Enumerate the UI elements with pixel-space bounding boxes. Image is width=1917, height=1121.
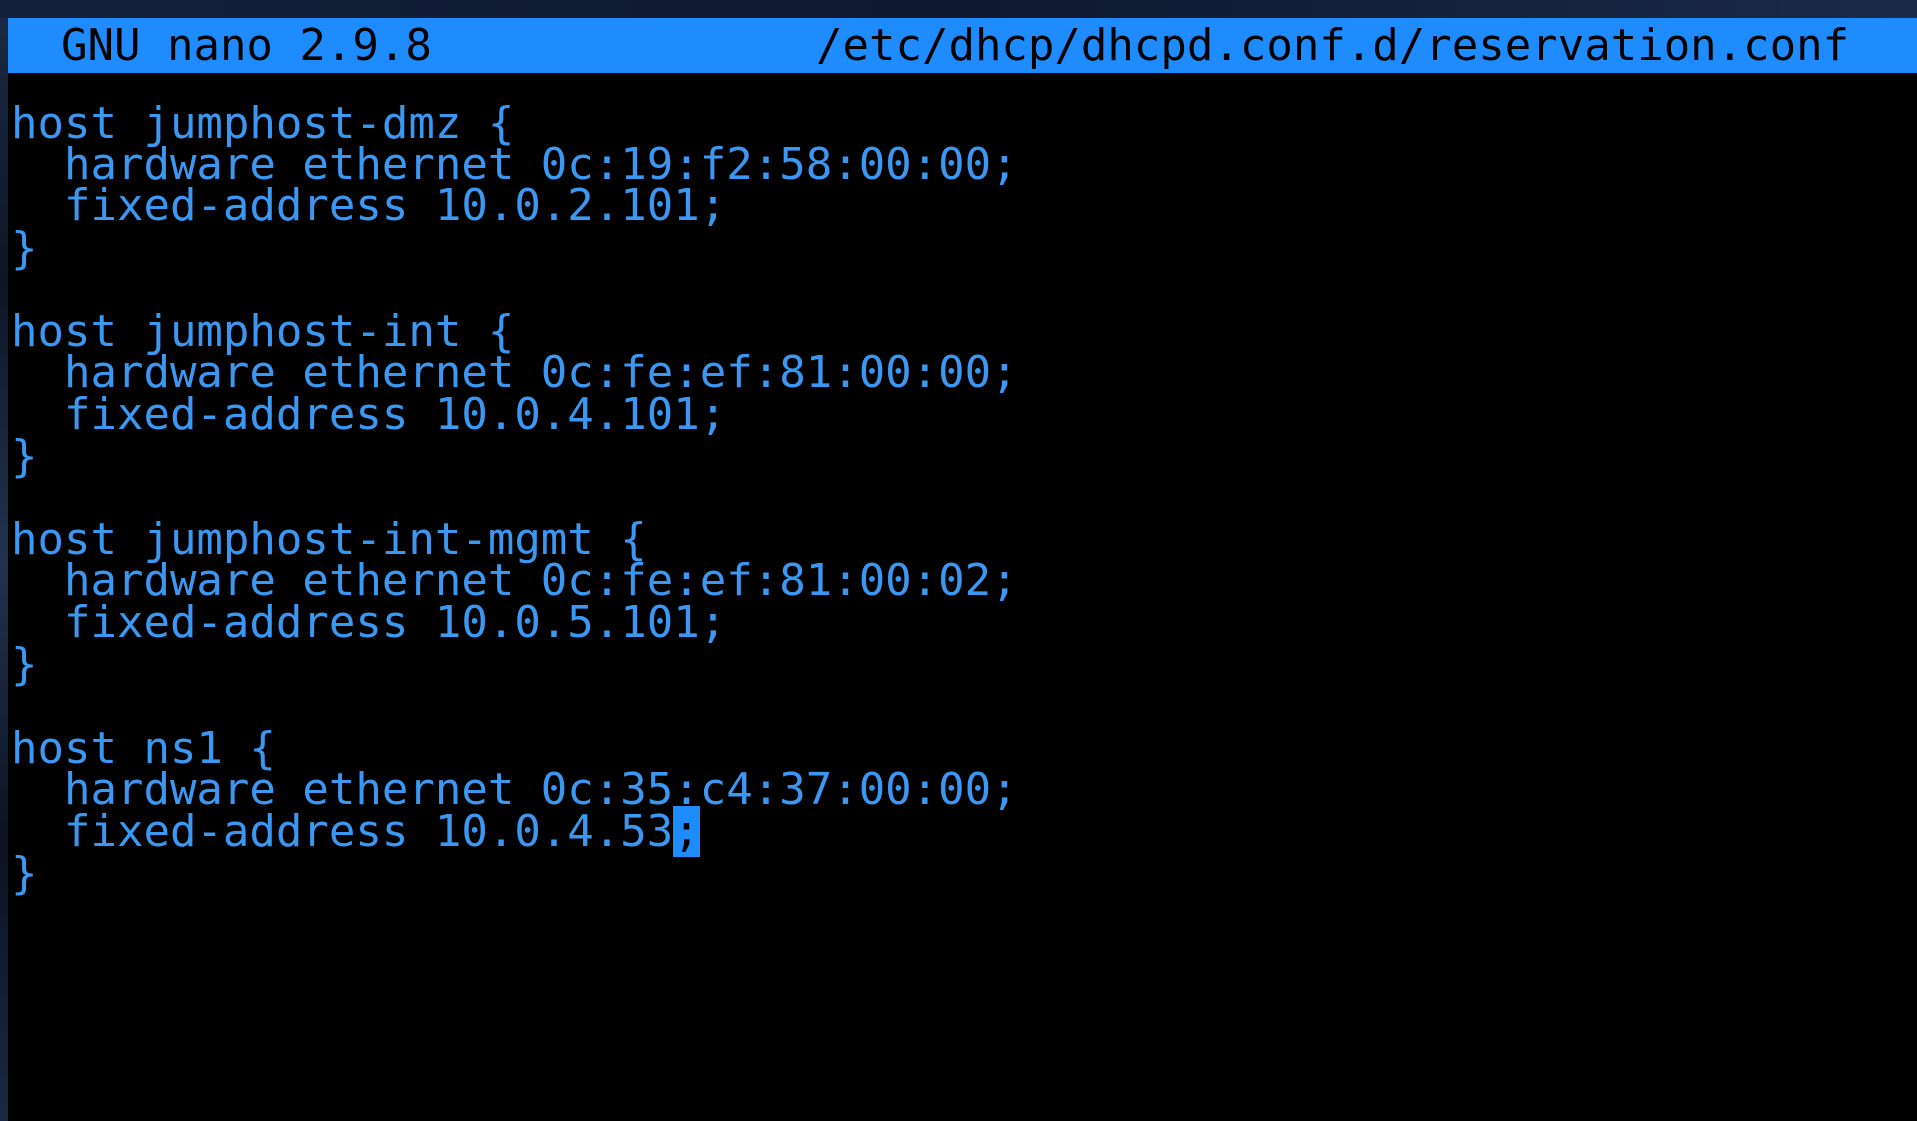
editor-line: } bbox=[11, 223, 38, 274]
editor-line: } bbox=[11, 639, 38, 690]
editor-line: } bbox=[11, 848, 38, 899]
editor-line: fixed-address 10.0.4.101; bbox=[11, 389, 727, 440]
text-editor-area[interactable]: host jumphost-dmz { hardware ethernet 0c… bbox=[11, 73, 1917, 1121]
file-path-label: /etc/dhcp/dhcpd.conf.d/reservation.conf bbox=[816, 20, 1850, 71]
editor-line-current: fixed-address 10.0.4.53; bbox=[11, 806, 700, 857]
nano-title-bar: GNU nano 2.9.8 /etc/dhcp/dhcpd.conf.d/re… bbox=[8, 18, 1917, 73]
editor-line: fixed-address 10.0.5.101; bbox=[11, 597, 727, 648]
editor-line: } bbox=[11, 431, 38, 482]
desktop-background-edge bbox=[0, 0, 8, 1121]
terminal-window: GNU nano 2.9.8 /etc/dhcp/dhcpd.conf.d/re… bbox=[0, 0, 1917, 1121]
current-line-text: fixed-address 10.0.4.53 bbox=[11, 806, 674, 857]
desktop-background-top bbox=[0, 0, 1917, 18]
text-cursor: ; bbox=[673, 806, 700, 857]
editor-line: fixed-address 10.0.2.101; bbox=[11, 180, 727, 231]
app-version-label: GNU nano 2.9.8 bbox=[61, 20, 432, 71]
